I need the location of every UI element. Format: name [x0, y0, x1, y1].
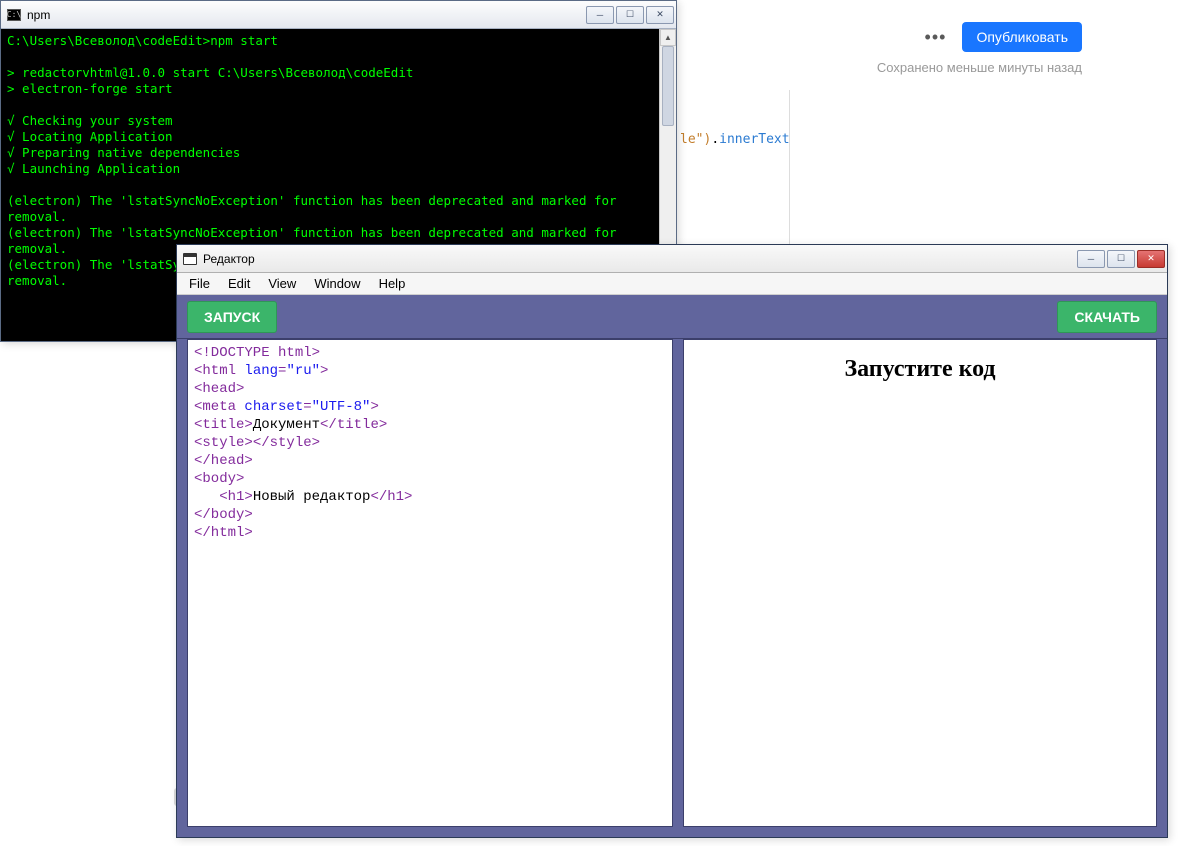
code-token: Документ: [253, 417, 320, 433]
editor-titlebar[interactable]: Редактор ─ ☐ ✕: [177, 245, 1167, 273]
code-token: <body>: [194, 471, 244, 487]
code-token: Новый редактор: [253, 489, 371, 505]
menu-edit[interactable]: Edit: [220, 275, 258, 292]
cmd-maximize-button[interactable]: ☐: [616, 6, 644, 24]
code-token: <head>: [194, 381, 244, 397]
editor-menubar: File Edit View Window Help: [177, 273, 1167, 295]
cmd-scroll-thumb[interactable]: [662, 46, 674, 126]
cmd-minimize-button[interactable]: ─: [586, 6, 614, 24]
editor-maximize-button[interactable]: ☐: [1107, 250, 1135, 268]
code-token: charset: [244, 399, 303, 415]
code-token: lang: [244, 363, 278, 379]
code-token: </body>: [194, 507, 253, 523]
saved-status-label: Сохранено меньше минуты назад: [877, 60, 1082, 75]
code-token: </style>: [253, 435, 320, 451]
bg-code-prop: innerText: [719, 132, 789, 147]
publish-bar: ••• Опубликовать: [925, 22, 1082, 52]
code-token: >: [370, 399, 378, 415]
bg-code-string: le"): [680, 132, 711, 147]
editor-toolbar: ЗАПУСК СКАЧАТЬ: [177, 295, 1167, 339]
code-token: "ru": [286, 363, 320, 379]
menu-view[interactable]: View: [260, 275, 304, 292]
code-token: <title>: [194, 417, 253, 433]
cmd-icon: C:\: [7, 9, 21, 21]
code-editor-pane[interactable]: <!DOCTYPE html> <html lang="ru"> <head> …: [187, 339, 673, 827]
editor-title-text: Редактор: [203, 252, 255, 266]
code-token: </html>: [194, 525, 253, 541]
code-token: <style>: [194, 435, 253, 451]
cmd-scroll-up-button[interactable]: ▲: [660, 29, 676, 46]
editor-window: Редактор ─ ☐ ✕ File Edit View Window Hel…: [176, 244, 1168, 838]
more-menu-button[interactable]: •••: [925, 27, 947, 48]
editor-workspace: <!DOCTYPE html> <html lang="ru"> <head> …: [177, 339, 1167, 837]
editor-app-icon: [183, 253, 197, 265]
code-token: </head>: [194, 453, 253, 469]
cmd-title-text: npm: [27, 8, 50, 22]
code-token: </title>: [320, 417, 387, 433]
code-token: =: [303, 399, 311, 415]
editor-minimize-button[interactable]: ─: [1077, 250, 1105, 268]
cmd-close-button[interactable]: ✕: [646, 6, 674, 24]
cmd-titlebar[interactable]: C:\ npm ─ ☐ ✕: [1, 1, 676, 29]
code-token: <meta: [194, 399, 244, 415]
code-token: "UTF-8": [312, 399, 371, 415]
code-token: <!DOCTYPE html>: [194, 345, 320, 361]
menu-help[interactable]: Help: [371, 275, 414, 292]
code-token: </h1>: [370, 489, 412, 505]
download-button[interactable]: СКАЧАТЬ: [1057, 301, 1157, 333]
code-token: <html: [194, 363, 244, 379]
menu-file[interactable]: File: [181, 275, 218, 292]
code-token: >: [320, 363, 328, 379]
background-code-fragment: le").innerText: [680, 132, 790, 147]
menu-window[interactable]: Window: [306, 275, 368, 292]
preview-heading: Запустите код: [844, 356, 995, 826]
preview-pane: Запустите код: [683, 339, 1157, 827]
code-token: <h1>: [194, 489, 253, 505]
bg-code-dot: .: [711, 132, 719, 147]
run-button[interactable]: ЗАПУСК: [187, 301, 277, 333]
publish-button[interactable]: Опубликовать: [962, 22, 1082, 52]
editor-close-button[interactable]: ✕: [1137, 250, 1165, 268]
